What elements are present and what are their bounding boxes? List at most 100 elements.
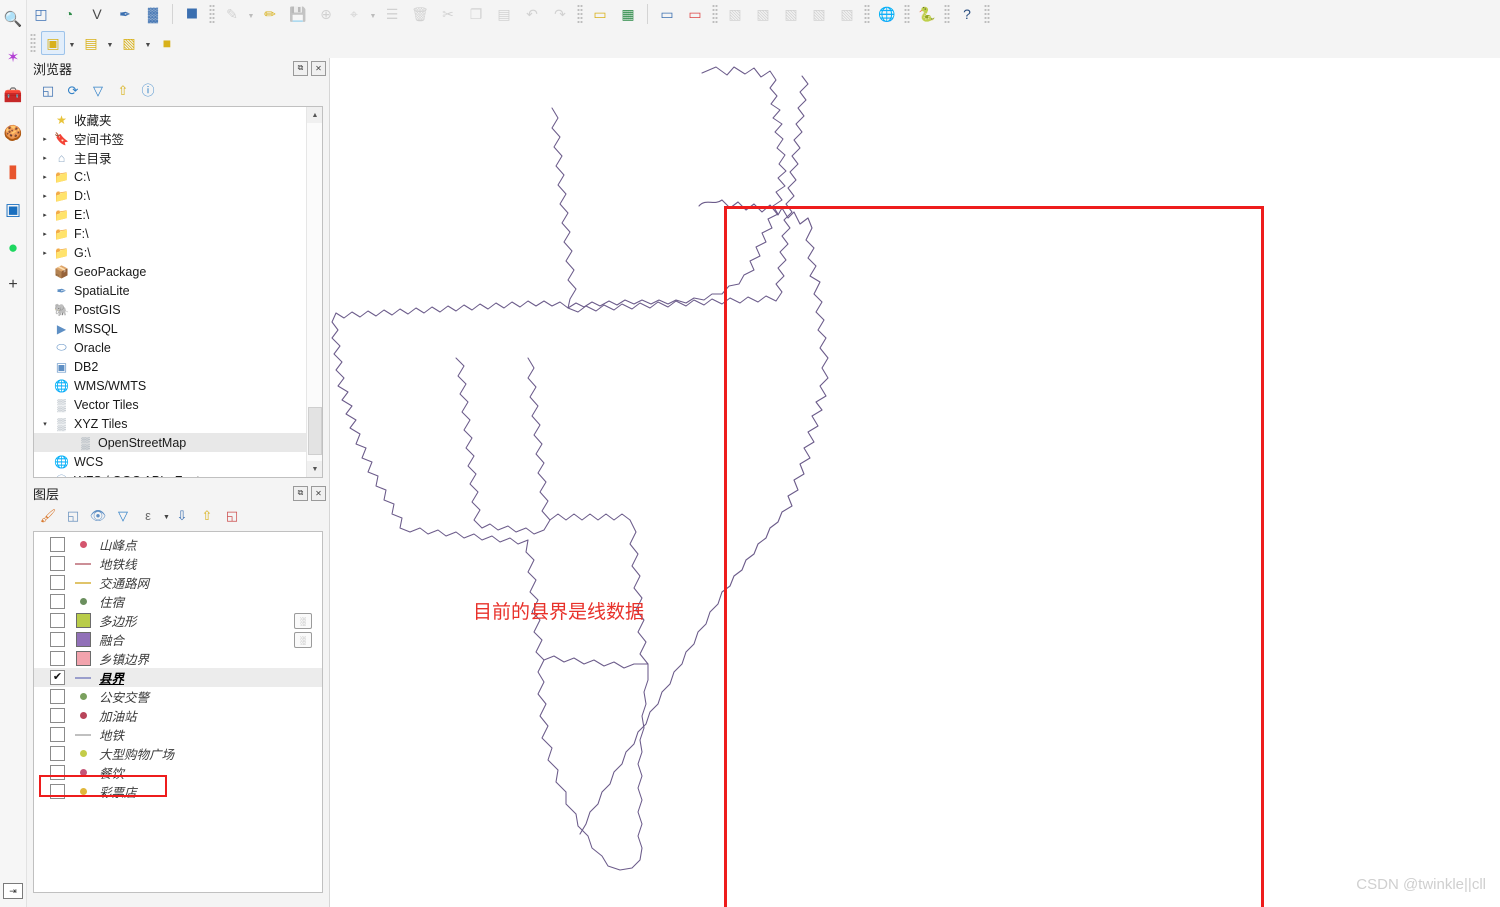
layer-row[interactable]: 地铁线 xyxy=(34,554,322,573)
search-icon[interactable]: 🔍 xyxy=(2,8,24,30)
select-features-by-area-icon[interactable]: ▣ xyxy=(41,31,65,55)
layer-edit-state-icon[interactable]: ░ xyxy=(294,632,312,648)
layer-row[interactable]: 彩票店 xyxy=(34,782,322,801)
open-layer-styling-panel-icon[interactable]: 🖌 xyxy=(37,505,59,526)
remove-layer-icon[interactable]: ◱ xyxy=(221,505,243,526)
browser-scrollbar[interactable]: ▲ ▼ xyxy=(306,107,322,477)
toolbar-grip[interactable] xyxy=(944,4,950,24)
deselect-all-icon[interactable]: ■ xyxy=(155,31,179,55)
chevron-right-icon[interactable]: ▸ xyxy=(38,230,52,238)
collapse-all-icon[interactable]: ⇧ xyxy=(196,505,218,526)
browser-tree-item[interactable]: ▸▶MSSQL xyxy=(34,319,307,338)
layer-row[interactable]: 餐饮 xyxy=(34,763,322,782)
toolbar-grip[interactable] xyxy=(864,4,870,24)
layer-row[interactable]: 加油站 xyxy=(34,706,322,725)
filter-legend-icon[interactable]: ▽ xyxy=(112,505,134,526)
toolbar-grip[interactable] xyxy=(577,4,583,24)
browser-tree-item[interactable]: ▸📁G:\ xyxy=(34,243,307,262)
expand-all-icon[interactable]: ⇩ xyxy=(171,505,193,526)
browser-tree-item[interactable]: ▸📁D:\ xyxy=(34,186,307,205)
deselect-features-icon[interactable]: ▭ xyxy=(683,2,707,26)
layer-row[interactable]: 住宿 xyxy=(34,592,322,611)
layer-visibility-checkbox[interactable] xyxy=(50,689,65,704)
collapse-all-icon[interactable]: ⇧ xyxy=(112,80,134,101)
browser-tree-item[interactable]: ▸⬭Oracle xyxy=(34,338,307,357)
help-icon[interactable]: ? xyxy=(955,2,979,26)
layer-row[interactable]: 多边形░ xyxy=(34,611,322,630)
add-mesh-layer-icon[interactable]: V xyxy=(85,2,109,26)
chevron-down-icon[interactable]: ▾ xyxy=(38,420,52,428)
layer-visibility-checkbox[interactable] xyxy=(50,575,65,590)
toolbar-grip[interactable] xyxy=(209,4,215,24)
layer-visibility-checkbox[interactable]: ✔ xyxy=(50,670,65,685)
map-tips-icon[interactable]: 🌐 xyxy=(875,2,899,26)
layer-row[interactable]: 山峰点 xyxy=(34,535,322,554)
layer-row[interactable]: 乡镇边界 xyxy=(34,649,322,668)
layer-visibility-checkbox[interactable] xyxy=(50,537,65,552)
python-console-icon[interactable]: 🐍 xyxy=(915,2,939,26)
filter-browser-icon[interactable]: ▽ xyxy=(87,80,109,101)
toolbar-grip[interactable] xyxy=(904,4,910,24)
scroll-up-icon[interactable]: ▲ xyxy=(307,107,323,123)
layer-edit-state-icon[interactable]: ░ xyxy=(294,613,312,629)
toolbar-grip[interactable] xyxy=(30,33,36,53)
chevron-right-icon[interactable]: ▸ xyxy=(38,154,52,162)
layer-visibility-checkbox[interactable] xyxy=(50,765,65,780)
outlook-icon[interactable]: ▣ xyxy=(2,198,24,220)
add-group-icon[interactable]: ◱ xyxy=(62,505,84,526)
chevron-right-icon[interactable]: ▸ xyxy=(38,173,52,181)
layers-close-icon[interactable]: ✕ xyxy=(311,486,326,501)
layer-visibility-checkbox[interactable] xyxy=(50,708,65,723)
select-by-expression-tool-dropdown-icon[interactable]: ▼ xyxy=(143,31,153,55)
layer-visibility-checkbox[interactable] xyxy=(50,746,65,761)
add-delimited-text-layer-icon[interactable]: ✒ xyxy=(113,2,137,26)
layer-visibility-checkbox[interactable] xyxy=(50,594,65,609)
select-features-by-area-dropdown-icon[interactable]: ▼ xyxy=(67,31,77,55)
select-features-by-value-dropdown-icon[interactable]: ▼ xyxy=(105,31,115,55)
browser-tree-item[interactable]: ▸🌐WCS xyxy=(34,452,307,471)
enable-properties-icon[interactable]: ⓘ xyxy=(137,80,159,101)
chevron-right-icon[interactable]: ▸ xyxy=(38,249,52,257)
browser-tree-item[interactable]: ▸🐘PostGIS xyxy=(34,300,307,319)
layer-row[interactable]: 地铁 xyxy=(34,725,322,744)
vertex-tool-dropdown-icon[interactable]: ▼ xyxy=(368,2,378,26)
office-icon[interactable]: ▮ xyxy=(2,160,24,182)
browser-tree[interactable]: ▸★收藏夹▸🔖空间书签▸⌂主目录▸📁C:\▸📁D:\▸📁E:\▸📁F:\▸📁G:… xyxy=(34,107,307,477)
layer-visibility-checkbox[interactable] xyxy=(50,784,65,799)
layer-list[interactable]: 山峰点地铁线交通路网住宿多边形░融合░乡镇边界✔县界公安交警加油站地铁大型购物广… xyxy=(33,531,323,893)
manage-map-themes-icon[interactable]: 👁 xyxy=(87,505,109,526)
layer-row[interactable]: 公安交警 xyxy=(34,687,322,706)
browser-tree-item[interactable]: ▸✒SpatiaLite xyxy=(34,281,307,300)
browser-tree-item[interactable]: ▸📁E:\ xyxy=(34,205,307,224)
add-postgis-layer-icon[interactable]: ▓ xyxy=(141,2,165,26)
browser-tree-item[interactable]: ▸ⓋWFS / OGC API - Features xyxy=(34,471,307,478)
map-canvas[interactable]: 目前的县界是线数据 CSDN @twinkle||cll xyxy=(330,58,1500,907)
layer-visibility-checkbox[interactable] xyxy=(50,632,65,647)
scrollbar-thumb[interactable] xyxy=(308,407,322,455)
browser-tree-item[interactable]: ▸▒OpenStreetMap xyxy=(34,433,307,452)
layer-row[interactable]: 融合░ xyxy=(34,630,322,649)
layer-visibility-checkbox[interactable] xyxy=(50,613,65,628)
layers-float-icon[interactable]: ⧉ xyxy=(293,486,308,501)
layer-visibility-checkbox[interactable] xyxy=(50,651,65,666)
toolbar-grip[interactable] xyxy=(712,4,718,24)
browser-float-icon[interactable]: ⧉ xyxy=(293,61,308,76)
chevron-right-icon[interactable]: ▸ xyxy=(38,135,52,143)
chevron-right-icon[interactable]: ▸ xyxy=(38,211,52,219)
sidebar-expand-button[interactable]: ⇥ xyxy=(3,883,23,899)
cookie-icon[interactable]: 🍪 xyxy=(2,122,24,144)
toolbox-icon[interactable]: 🧰 xyxy=(2,84,24,106)
filter-legend-by-expression-icon[interactable]: ε xyxy=(137,505,159,526)
select-by-expression-tool-icon[interactable]: ▧ xyxy=(117,31,141,55)
add-raster-layer-icon[interactable]: ◔ xyxy=(57,2,81,26)
add-layer-icon[interactable]: ◱ xyxy=(37,80,59,101)
browser-tree-item[interactable]: ▸▒Vector Tiles xyxy=(34,395,307,414)
layer-row[interactable]: 大型购物广场 xyxy=(34,744,322,763)
add-virtual-layer-icon[interactable]: ⯀ xyxy=(180,2,204,26)
browser-tree-item[interactable]: ▾▒XYZ Tiles xyxy=(34,414,307,433)
select-by-expression-icon[interactable]: ▭ xyxy=(655,2,679,26)
identify-features-icon[interactable]: ▭ xyxy=(588,2,612,26)
layer-row-selected[interactable]: ✔县界 xyxy=(34,668,322,687)
select-features-by-value-icon[interactable]: ▤ xyxy=(79,31,103,55)
scroll-down-icon[interactable]: ▼ xyxy=(307,461,323,477)
